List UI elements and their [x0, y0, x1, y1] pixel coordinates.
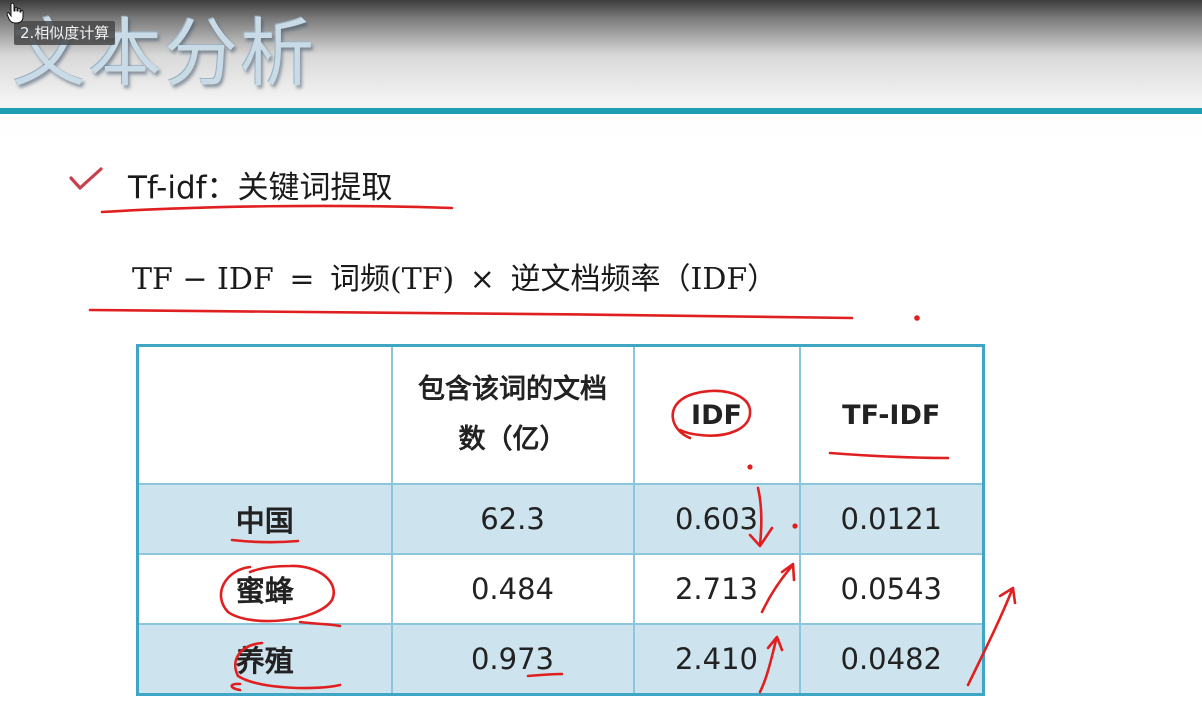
row-docs: 0.484	[390, 553, 635, 626]
formula: TF − IDF = 词频(TF) × 逆文档频率（IDF）	[132, 254, 777, 298]
row-idf: 2.410	[632, 623, 801, 696]
tfidf-table: 包含该词的文档数（亿） IDF TF-IDF 中国 62.3 0.603 0.0…	[136, 344, 985, 696]
check-icon	[69, 167, 103, 190]
hand-cursor-icon	[6, 2, 24, 24]
header-docs: 包含该词的文档数（亿）	[390, 344, 635, 485]
table-row: 蜜蜂 0.484 2.713 0.0543	[136, 553, 985, 626]
table-header-row: 包含该词的文档数（亿） IDF TF-IDF	[136, 344, 985, 485]
row-docs: 62.3	[390, 482, 635, 556]
row-idf: 2.713	[632, 553, 801, 626]
row-tfidf: 0.0543	[798, 553, 985, 626]
underline-formula	[88, 308, 854, 320]
slide: 文本分析 2.相似度计算 Tf-idf：关键词提取 TF − IDF = 词频(…	[0, 0, 1202, 711]
video-title: 2.相似度计算	[14, 21, 116, 45]
header-word	[136, 344, 393, 485]
pen-dot	[914, 315, 920, 321]
formula-lhs: TF − IDF	[132, 262, 274, 297]
row-word: 中国	[136, 482, 393, 556]
formula-times: ×	[469, 262, 495, 297]
row-docs: 0.973	[390, 623, 635, 696]
row-idf: 0.603	[632, 482, 801, 556]
formula-equals: =	[289, 262, 315, 297]
table-row: 养殖 0.973 2.410 0.0482	[136, 623, 985, 696]
row-tfidf: 0.0482	[798, 623, 985, 696]
row-word: 蜜蜂	[136, 553, 393, 626]
title-rule	[0, 108, 1202, 114]
formula-term-tf: 词频(TF)	[330, 262, 455, 297]
bullet-text: Tf-idf：关键词提取	[128, 170, 393, 206]
formula-term-idf: 逆文档频率（IDF）	[510, 262, 778, 297]
row-tfidf: 0.0121	[798, 482, 985, 556]
row-word: 养殖	[136, 623, 393, 696]
header-docs-text: 包含该词的文档数（亿）	[418, 374, 607, 455]
header-tfidf: TF-IDF	[798, 344, 985, 485]
table-row: 中国 62.3 0.603 0.0121	[136, 482, 985, 556]
header-idf: IDF	[632, 344, 801, 485]
